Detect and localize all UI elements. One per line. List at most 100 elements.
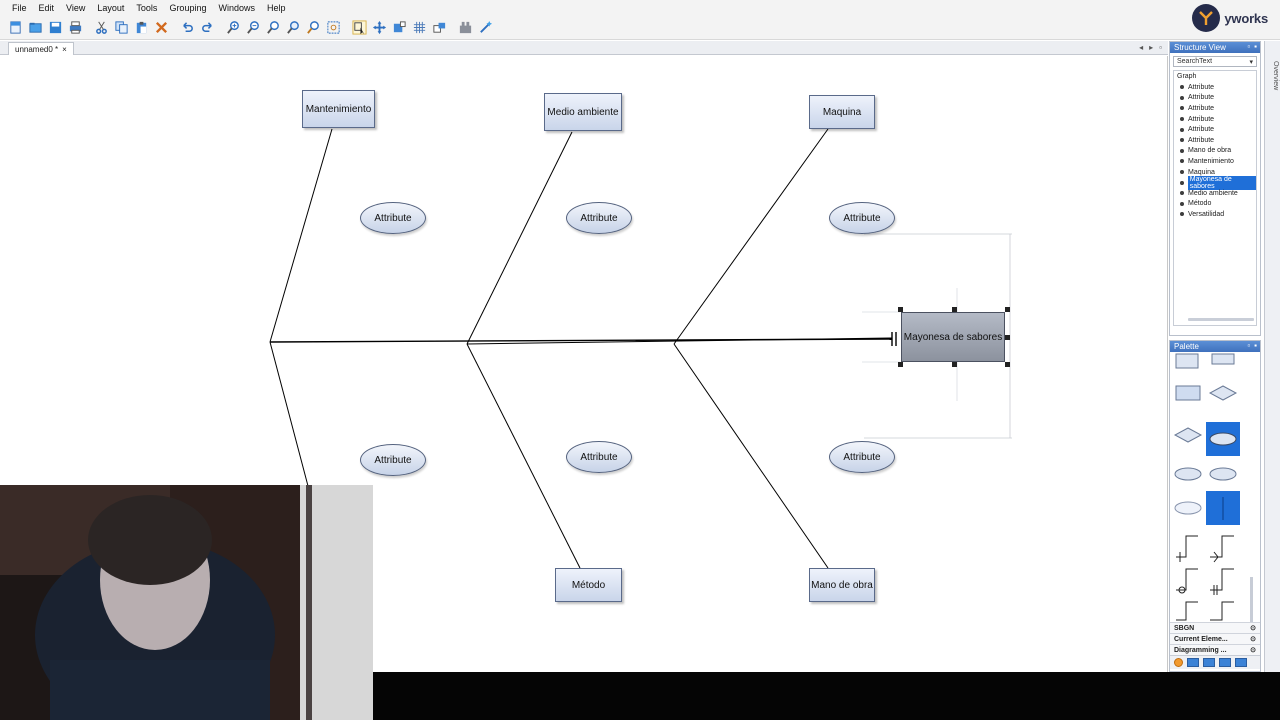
select-mode-icon[interactable] bbox=[350, 19, 368, 37]
palette-section-current-elements[interactable]: Current Eleme... ⊙ bbox=[1170, 633, 1260, 644]
close-tab-icon[interactable]: × bbox=[62, 45, 67, 54]
node-bullet-icon bbox=[1180, 95, 1184, 100]
panel-controls: ▫ ▪ bbox=[1247, 341, 1257, 350]
tree-root[interactable]: Graph bbox=[1174, 71, 1256, 82]
close-icon[interactable]: ▪ bbox=[1254, 341, 1257, 350]
resize-handle[interactable] bbox=[1005, 335, 1010, 340]
minimize-icon[interactable]: ▫ bbox=[1247, 341, 1250, 350]
menu-windows[interactable]: Windows bbox=[212, 3, 261, 13]
attribute-node[interactable]: Attribute bbox=[360, 444, 426, 476]
undo-icon[interactable] bbox=[178, 19, 196, 37]
tree-item[interactable]: Attribute bbox=[1174, 135, 1256, 146]
category-node-metodo[interactable]: Método bbox=[555, 568, 622, 602]
structure-search-placeholder: SearchText bbox=[1177, 58, 1213, 65]
document-tab-label: unnamed0 * bbox=[15, 44, 59, 54]
tree-item[interactable]: Attribute bbox=[1174, 93, 1256, 104]
layout-wand-icon[interactable] bbox=[476, 19, 494, 37]
snap-icon[interactable] bbox=[430, 19, 448, 37]
menu-edit[interactable]: Edit bbox=[33, 3, 61, 13]
save-icon[interactable] bbox=[46, 19, 64, 37]
fit-content-icon[interactable] bbox=[324, 19, 342, 37]
tree-item[interactable]: Attribute bbox=[1174, 114, 1256, 125]
menu-help[interactable]: Help bbox=[261, 3, 292, 13]
palette-footer-icon[interactable] bbox=[1174, 658, 1183, 667]
category-node-maquina[interactable]: Maquina bbox=[809, 95, 875, 129]
structure-tree[interactable]: Graph Attribute Attribute Attribute Attr… bbox=[1173, 70, 1257, 326]
resize-handle[interactable] bbox=[898, 362, 903, 367]
paste-icon[interactable] bbox=[132, 19, 150, 37]
tree-item[interactable]: Método bbox=[1174, 199, 1256, 210]
cut-icon[interactable] bbox=[92, 19, 110, 37]
grid-icon[interactable] bbox=[410, 19, 428, 37]
scroll-right-icon[interactable]: ▸ bbox=[1149, 43, 1153, 52]
expand-icon[interactable]: ⊙ bbox=[1250, 635, 1256, 643]
attribute-node[interactable]: Attribute bbox=[566, 202, 632, 234]
attribute-node[interactable]: Attribute bbox=[566, 441, 632, 473]
copy-icon[interactable] bbox=[112, 19, 130, 37]
tree-item[interactable]: Versatilidad bbox=[1174, 209, 1256, 220]
resize-handle[interactable] bbox=[1005, 307, 1010, 312]
tree-item-selected[interactable]: Mayonesa de sabores bbox=[1174, 175, 1256, 190]
resize-handle[interactable] bbox=[952, 307, 957, 312]
zoom-original-icon[interactable] bbox=[284, 19, 302, 37]
zoom-fit-icon[interactable] bbox=[264, 19, 282, 37]
bottom-black-area bbox=[373, 672, 1280, 720]
palette-shapes[interactable] bbox=[1170, 352, 1260, 622]
close-icon[interactable]: ▪ bbox=[1254, 42, 1257, 51]
zoom-area-icon[interactable] bbox=[304, 19, 322, 37]
menu-tools[interactable]: Tools bbox=[130, 3, 163, 13]
node-bullet-icon bbox=[1180, 138, 1184, 143]
overview-label[interactable]: Overview bbox=[1267, 61, 1279, 90]
resize-handle[interactable] bbox=[898, 307, 903, 312]
expand-icon[interactable]: ⊙ bbox=[1250, 624, 1256, 632]
palette-footer-icon[interactable] bbox=[1219, 658, 1231, 667]
structure-search-field[interactable]: SearchText ▾ bbox=[1173, 56, 1257, 67]
palette-items[interactable] bbox=[1170, 352, 1260, 622]
tree-horizontal-scrollbar[interactable] bbox=[1188, 318, 1254, 321]
overview-side-strip[interactable]: Overview bbox=[1264, 41, 1280, 672]
menu-view[interactable]: View bbox=[60, 3, 91, 13]
palette-footer-icon[interactable] bbox=[1235, 658, 1247, 667]
zoom-in-icon[interactable] bbox=[224, 19, 242, 37]
print-icon[interactable] bbox=[66, 19, 84, 37]
redo-icon[interactable] bbox=[198, 19, 216, 37]
tree-item[interactable]: Mano de obra bbox=[1174, 146, 1256, 157]
zoom-out-icon[interactable] bbox=[244, 19, 262, 37]
resize-handle[interactable] bbox=[952, 362, 957, 367]
tree-item[interactable]: Attribute bbox=[1174, 82, 1256, 93]
menu-bar: File Edit View Layout Tools Grouping Win… bbox=[0, 0, 1280, 16]
resize-icon[interactable] bbox=[390, 19, 408, 37]
open-icon[interactable] bbox=[26, 19, 44, 37]
group-icon[interactable] bbox=[456, 19, 474, 37]
palette-section-diagramming[interactable]: Diagramming ... ⊙ bbox=[1170, 644, 1260, 655]
palette-section-sbgn[interactable]: SBGN ⊙ bbox=[1170, 622, 1260, 633]
yworks-logo-text: yworks bbox=[1224, 10, 1268, 26]
attribute-node[interactable]: Attribute bbox=[360, 202, 426, 234]
minimize-icon[interactable]: ▫ bbox=[1247, 42, 1250, 51]
resize-handle[interactable] bbox=[1005, 362, 1010, 367]
menu-grouping[interactable]: Grouping bbox=[163, 3, 212, 13]
palette-footer-icon[interactable] bbox=[1203, 658, 1215, 667]
attribute-node[interactable]: Attribute bbox=[829, 202, 895, 234]
scroll-left-icon[interactable]: ◂ bbox=[1139, 43, 1143, 52]
delete-icon[interactable] bbox=[152, 19, 170, 37]
tree-item[interactable]: Mantenimiento bbox=[1174, 156, 1256, 167]
node-bullet-icon bbox=[1180, 127, 1184, 132]
menu-layout[interactable]: Layout bbox=[91, 3, 130, 13]
restore-icon[interactable]: ▫ bbox=[1159, 43, 1162, 52]
move-mode-icon[interactable] bbox=[370, 19, 388, 37]
effect-node-selected[interactable]: Mayonesa de sabores bbox=[901, 312, 1005, 362]
chevron-down-icon[interactable]: ▾ bbox=[1249, 58, 1253, 66]
tree-item[interactable]: Attribute bbox=[1174, 103, 1256, 114]
structure-view-title: Structure View bbox=[1174, 43, 1226, 52]
attribute-node[interactable]: Attribute bbox=[829, 441, 895, 473]
category-node-medio-ambiente[interactable]: Medio ambiente bbox=[544, 93, 622, 131]
new-icon[interactable] bbox=[6, 19, 24, 37]
document-tab[interactable]: unnamed0 * × bbox=[8, 42, 74, 55]
category-node-mano-de-obra[interactable]: Mano de obra bbox=[809, 568, 875, 602]
tree-item[interactable]: Attribute bbox=[1174, 124, 1256, 135]
expand-icon[interactable]: ⊙ bbox=[1250, 646, 1256, 654]
menu-file[interactable]: File bbox=[6, 3, 33, 13]
palette-footer-icon[interactable] bbox=[1187, 658, 1199, 667]
category-node-mantenimiento[interactable]: Mantenimiento bbox=[302, 90, 375, 128]
